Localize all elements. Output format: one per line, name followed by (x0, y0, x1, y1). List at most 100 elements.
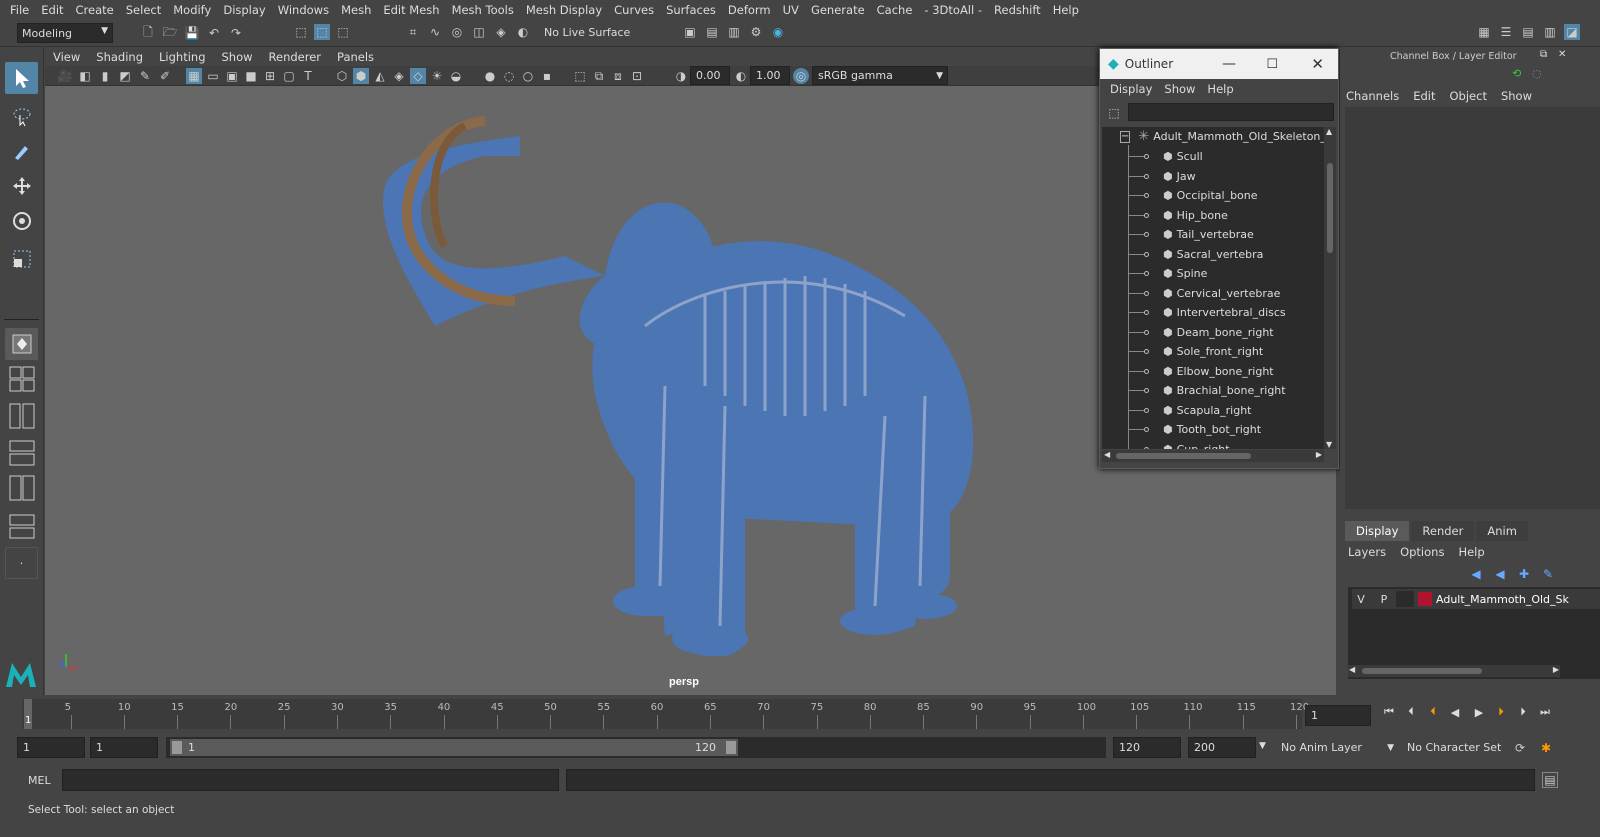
outliner-horizontal-scrollbar[interactable]: ◀ ▶ (1102, 450, 1324, 462)
scale-tool-icon[interactable] (5, 243, 38, 275)
hypershade-icon[interactable]: ◉ (770, 24, 786, 40)
horizontal-scroll-thumb[interactable] (1116, 453, 1251, 459)
layer-menu-help[interactable]: Help (1458, 545, 1484, 559)
exposure-field[interactable]: 0.00 (690, 66, 730, 85)
layer-editor-icon[interactable]: ◪ (1564, 24, 1580, 40)
current-frame-field[interactable]: 1 (1305, 705, 1371, 726)
viewport-menu-panels[interactable]: Panels (329, 50, 382, 64)
outliner-menu-help[interactable]: Help (1201, 82, 1239, 96)
scroll-left-icon[interactable]: ◀ (1104, 450, 1110, 459)
auto-key-icon[interactable]: ⟳ (1512, 740, 1528, 756)
menu-display[interactable]: Display (217, 3, 271, 17)
menu-file[interactable]: File (4, 3, 35, 17)
menu-generate[interactable]: Generate (805, 3, 871, 17)
move-tool-icon[interactable] (5, 170, 38, 202)
outliner-item[interactable]: ⬢ Sole_front_right (1102, 342, 1324, 361)
menu-uv[interactable]: UV (777, 3, 805, 17)
snap-point-icon[interactable]: ◎ (449, 24, 465, 40)
textured-icon[interactable]: ◈ (391, 68, 407, 84)
anim-preferences-icon[interactable]: ✱ (1538, 740, 1554, 756)
menu-edit[interactable]: Edit (35, 3, 69, 17)
select-camera-icon[interactable]: 🎥 (57, 68, 73, 84)
camera-attributes-icon[interactable]: ◧ (77, 68, 93, 84)
channel-menu-show[interactable]: Show (1501, 89, 1532, 103)
menu-modify[interactable]: Modify (167, 3, 217, 17)
gamma-icon[interactable]: ◐ (733, 68, 749, 84)
outliner-item[interactable]: ⬢ Sacral_vertebra (1102, 245, 1324, 264)
menu-redshift[interactable]: Redshift (988, 3, 1047, 17)
viewport-menu-view[interactable]: View (45, 50, 88, 64)
step-forward-key-icon[interactable]: ⏵ (1494, 705, 1508, 719)
outliner-item[interactable]: ⬢ Elbow_bone_right (1102, 362, 1324, 381)
render-frame-icon[interactable]: ▤ (704, 24, 720, 40)
snap-live-icon[interactable]: ◐ (515, 24, 531, 40)
ipr-render-icon[interactable]: ▥ (726, 24, 742, 40)
float-panel-icon[interactable]: ⧉ (1540, 49, 1547, 60)
smooth-shade-icon[interactable]: ⬢ (353, 68, 369, 84)
menu-cache[interactable]: Cache (871, 3, 919, 17)
wireframe-icon[interactable]: ⬡ (334, 68, 350, 84)
layer-scroll-thumb[interactable] (1362, 668, 1482, 674)
tab-render[interactable]: Render (1411, 521, 1475, 541)
image-plane-icon[interactable]: ◩ (117, 68, 133, 84)
outliner-item[interactable]: ⬢ Hip_bone (1102, 206, 1324, 225)
range-track[interactable]: 1 120 (166, 737, 1106, 758)
isolate-select-icon[interactable]: ⬚ (572, 68, 588, 84)
more-tools-icon[interactable]: · (5, 547, 38, 579)
outliner-root-item[interactable]: − ✳ Adult_Mammoth_Old_Skeleton_ (1102, 127, 1324, 146)
range-end-handle[interactable] (726, 741, 736, 754)
snap-view-icon[interactable]: ◫ (471, 24, 487, 40)
step-back-frame-icon[interactable]: ⏴ (1404, 705, 1418, 719)
tab-anim[interactable]: Anim (1476, 521, 1528, 541)
move-layer-up-icon[interactable]: ◀ (1468, 566, 1484, 582)
outliner-item[interactable]: ⬢ Occipital_bone (1102, 186, 1324, 205)
minimize-icon[interactable]: — (1222, 56, 1236, 72)
outliner-item[interactable]: ⬢ Cervical_vertebrae (1102, 284, 1324, 303)
2d-pan-zoom-icon[interactable]: ✎ (137, 68, 153, 84)
snap-grid-icon[interactable]: ⌗ (405, 24, 421, 40)
select-hierarchy-icon[interactable]: ⬚ (293, 24, 309, 40)
menu-mesh-tools[interactable]: Mesh Tools (446, 3, 520, 17)
snap-curve-icon[interactable]: ∿ (427, 24, 443, 40)
select-component-icon[interactable]: ⬚ (335, 24, 351, 40)
outliner-item[interactable]: ⬢ Intervertebral_discs (1102, 303, 1324, 322)
lasso-tool-icon[interactable] (5, 100, 38, 132)
playback-start-field[interactable]: 1 (90, 737, 158, 758)
maximize-icon[interactable]: ☐ (1266, 57, 1278, 72)
xray-icon[interactable]: ◇ (410, 68, 426, 84)
collapse-icon[interactable]: − (1120, 130, 1131, 143)
hypershade-persp-icon[interactable] (5, 472, 38, 504)
menu-edit-mesh[interactable]: Edit Mesh (377, 3, 445, 17)
lights-icon[interactable]: ☀ (429, 68, 445, 84)
channel-menu-object[interactable]: Object (1450, 89, 1487, 103)
close-panel-icon[interactable]: ✕ (1558, 49, 1566, 60)
channel-menu-channels[interactable]: Channels (1346, 89, 1399, 103)
field-chart-icon[interactable]: ⊞ (262, 68, 278, 84)
motion-blur-icon[interactable]: ◌ (501, 68, 517, 84)
gamma-field[interactable]: 1.00 (750, 66, 790, 85)
new-layer-icon[interactable]: ✚ (1516, 566, 1532, 582)
anti-aliasing-icon[interactable]: ○ (520, 68, 536, 84)
layer-menu-options[interactable]: Options (1400, 545, 1444, 559)
depth-of-field-icon[interactable]: ▪ (539, 68, 555, 84)
resolution-gate-icon[interactable]: ▣ (224, 68, 240, 84)
undo-icon[interactable]: ↶ (206, 25, 222, 41)
menu-help[interactable]: Help (1047, 3, 1085, 17)
render-view-icon[interactable]: ▣ (682, 24, 698, 40)
wireframe-on-shaded-icon[interactable]: ◭ (372, 68, 388, 84)
ambient-occlusion-icon[interactable]: ● (482, 68, 498, 84)
outliner-item[interactable]: ⬢ Deam_bone_right (1102, 323, 1324, 342)
outliner-vertical-scrollbar[interactable]: ▲ ▼ (1324, 127, 1336, 449)
layer-horizontal-scrollbar[interactable]: ◀ ▶ (1348, 665, 1560, 677)
outliner-item[interactable]: ⬢ Brachial_bone_right (1102, 381, 1324, 400)
outliner-menu-display[interactable]: Display (1104, 82, 1158, 96)
move-layer-down-icon[interactable]: ◀ (1492, 566, 1508, 582)
outliner-item[interactable]: ⬢ Tooth_bot_right (1102, 420, 1324, 439)
outliner-menu-show[interactable]: Show (1158, 82, 1201, 96)
vertical-scroll-thumb[interactable] (1327, 163, 1333, 253)
scroll-up-icon[interactable]: ▲ (1326, 127, 1332, 136)
character-set-select[interactable]: No Character Set (1402, 737, 1506, 758)
go-to-end-icon[interactable]: ⏭ (1538, 705, 1552, 719)
menu-surfaces[interactable]: Surfaces (660, 3, 722, 17)
single-perspective-icon[interactable] (5, 328, 38, 360)
